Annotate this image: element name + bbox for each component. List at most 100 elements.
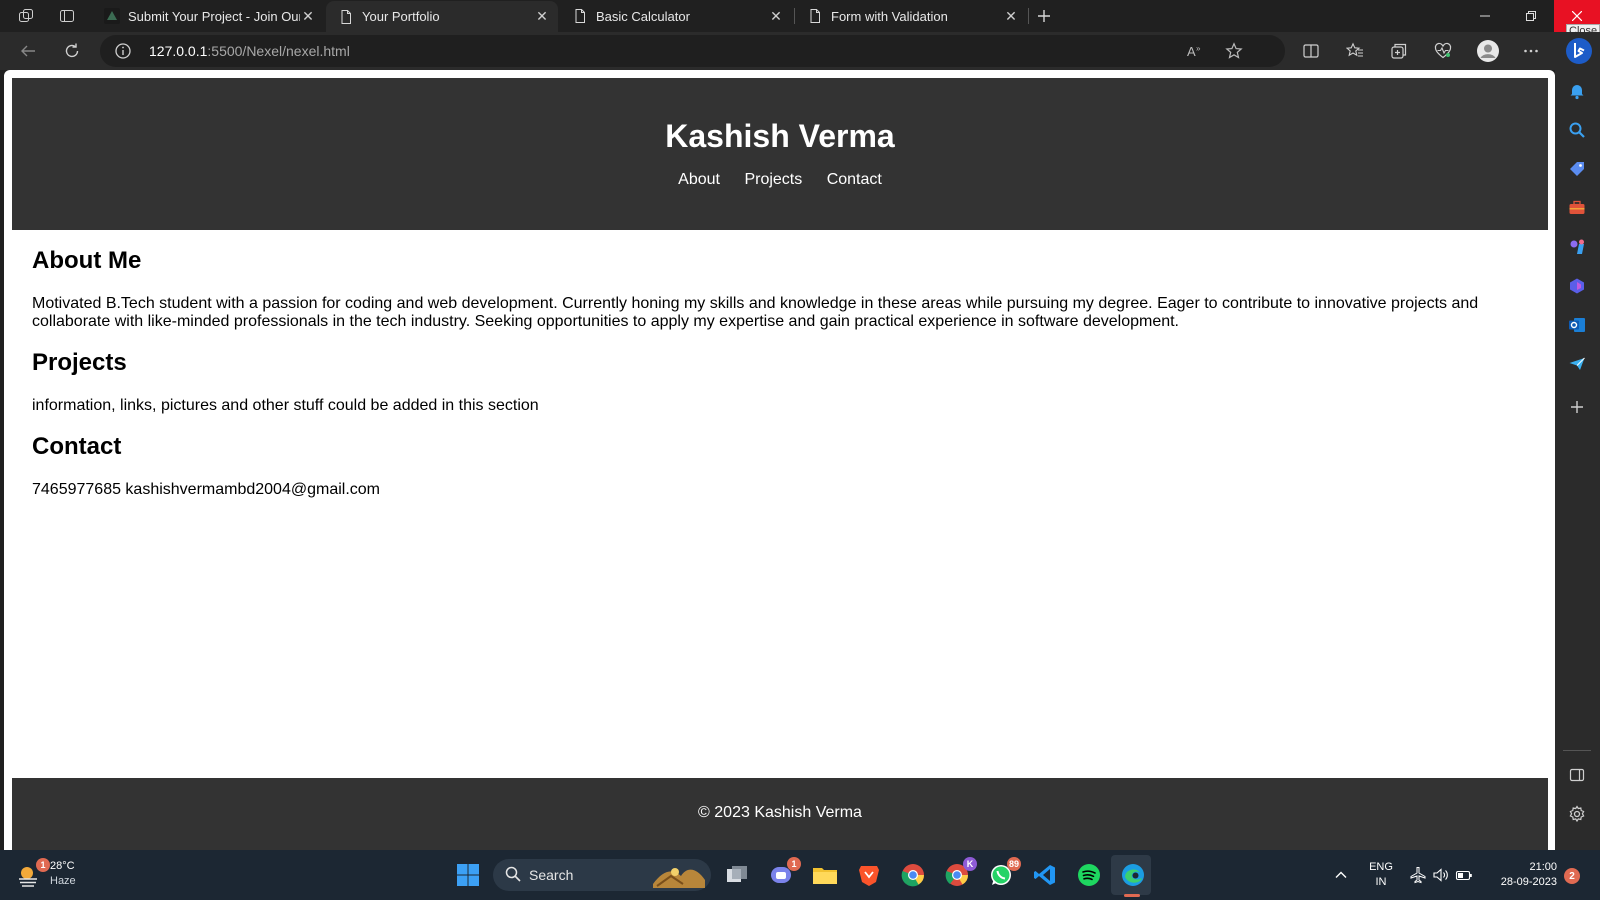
add-sidebar-app-icon[interactable] — [1566, 396, 1588, 418]
close-tab-icon[interactable]: ✕ — [1003, 8, 1019, 24]
tab-title: Your Portfolio — [362, 9, 440, 24]
section-heading-contact: Contact — [32, 433, 122, 460]
projects-text: information, links, pictures and other s… — [32, 397, 539, 414]
refresh-icon[interactable] — [59, 38, 85, 64]
close-tab-icon[interactable]: ✕ — [300, 8, 316, 24]
weather-icon: 1 — [16, 858, 50, 888]
collections-icon[interactable] — [1386, 38, 1412, 64]
edge-sidebar — [1555, 70, 1600, 850]
nav-link-about[interactable]: About — [678, 171, 720, 188]
notification-count[interactable]: 2 — [1564, 868, 1580, 884]
drop-send-icon[interactable] — [1566, 353, 1588, 375]
close-tab-icon[interactable]: ✕ — [534, 8, 550, 25]
url-text[interactable]: 127.0.0.1:5500/Nexel/nexel.html — [149, 43, 350, 59]
new-tab-icon[interactable] — [1032, 4, 1056, 28]
page-icon — [338, 9, 354, 25]
site-info-icon[interactable] — [114, 42, 132, 65]
file-explorer-icon[interactable] — [811, 861, 839, 889]
nav-link-projects[interactable]: Projects — [744, 171, 802, 188]
spotify-icon[interactable] — [1075, 861, 1103, 889]
tab-title: Basic Calculator — [596, 8, 690, 24]
task-view-icon[interactable] — [723, 861, 751, 889]
contact-text: 7465977685 kashishvermambd2004@gmail.com — [32, 481, 380, 498]
back-icon[interactable] — [15, 38, 41, 64]
clock-date: 28-09-2023 — [1500, 876, 1557, 888]
tools-briefcase-icon[interactable] — [1566, 197, 1588, 219]
close-tab-icon[interactable]: ✕ — [768, 8, 784, 24]
tab-separator — [1028, 8, 1029, 24]
language-indicator[interactable]: ENG IN — [1365, 860, 1397, 890]
shopping-tag-icon[interactable] — [1566, 158, 1588, 180]
site-favicon-icon — [104, 8, 120, 24]
url-host: 127.0.0.1 — [149, 43, 208, 59]
site-title: Kashish Verma — [665, 118, 895, 154]
workspaces-icon[interactable] — [14, 4, 38, 28]
favorites-icon[interactable] — [1342, 38, 1368, 64]
chrome-profile-badge: K — [963, 857, 977, 871]
address-bar[interactable]: 127.0.0.1:5500/Nexel/nexel.html A» — [100, 35, 1285, 67]
section-heading-projects: Projects — [32, 349, 127, 376]
page-icon — [572, 8, 588, 24]
svg-text:A: A — [1187, 44, 1196, 59]
site-nav: About Projects Contact — [12, 171, 1548, 189]
copilot-icon[interactable] — [1564, 36, 1594, 66]
tab-basic-calculator[interactable]: Basic Calculator ✕ — [560, 0, 792, 32]
teams-chat-icon[interactable]: 1 — [767, 857, 801, 889]
outlook-icon[interactable] — [1566, 314, 1588, 336]
footer-copyright: © 2023 Kashish Verma — [698, 804, 862, 821]
clock-time: 21:00 — [1529, 861, 1557, 873]
site-header: Kashish Verma About Projects Contact — [12, 78, 1548, 230]
chrome-icon[interactable] — [899, 861, 927, 889]
more-options-icon[interactable] — [1518, 38, 1544, 64]
tab-title: Form with Validation — [831, 8, 948, 24]
about-text: Motivated B.Tech student with a passion … — [32, 295, 1479, 330]
microsoft-365-icon[interactable] — [1566, 275, 1588, 297]
nav-link-contact[interactable]: Contact — [827, 171, 882, 188]
sidebar-divider — [1563, 750, 1591, 751]
profile-avatar[interactable] — [1475, 38, 1501, 64]
tab-your-portfolio[interactable]: Your Portfolio ✕ — [326, 1, 558, 32]
search-label: Search — [529, 867, 574, 883]
settings-gear-icon[interactable] — [1566, 803, 1588, 825]
weather-condition: Haze — [50, 875, 76, 887]
whatsapp-icon[interactable]: 89 — [987, 857, 1021, 889]
contact-section: Contact 7465977685 kashishvermambd2004@g… — [32, 433, 1532, 499]
minimize-button[interactable] — [1462, 0, 1508, 32]
tab-form-validation[interactable]: Form with Validation ✕ — [795, 0, 1027, 32]
projects-section: Projects information, links, pictures an… — [32, 349, 1532, 415]
search-icon — [505, 866, 521, 885]
chrome-profile-icon[interactable]: K — [943, 857, 977, 889]
section-heading-about: About Me — [32, 247, 142, 274]
search-highlight-icon — [653, 862, 705, 888]
weather-temp: 28°C — [50, 860, 75, 872]
taskbar-search[interactable]: Search — [493, 859, 711, 891]
brave-browser-icon[interactable] — [855, 861, 883, 889]
games-icon[interactable] — [1566, 236, 1588, 258]
tab-title: Submit Your Project - Join Our Te — [128, 8, 300, 24]
battery-icon[interactable] — [1450, 861, 1478, 889]
site-footer: © 2023 Kashish Verma — [12, 778, 1548, 850]
restore-button[interactable] — [1508, 0, 1554, 32]
clock[interactable]: 21:00 28-09-2023 — [1487, 860, 1557, 890]
browser-toolbar: 127.0.0.1:5500/Nexel/nexel.html A» — [0, 32, 1600, 70]
favorite-star-icon[interactable] — [1221, 38, 1247, 64]
windows-taskbar: 1 28°C Haze Search 1 K 89 ENG IN 21:00 2… — [0, 850, 1600, 900]
browser-essentials-icon[interactable] — [1430, 38, 1456, 64]
svg-text:»: » — [1196, 44, 1201, 53]
start-windows-icon[interactable] — [454, 861, 482, 889]
language-region: IN — [1375, 876, 1387, 888]
split-screen-icon[interactable] — [1298, 38, 1324, 64]
read-aloud-icon[interactable]: A» — [1182, 38, 1208, 64]
edge-icon[interactable] — [1119, 861, 1147, 889]
hide-sidebar-icon[interactable] — [1566, 764, 1588, 786]
search-icon[interactable] — [1566, 119, 1588, 141]
vscode-icon[interactable] — [1031, 861, 1059, 889]
notification-bell-icon[interactable] — [1566, 80, 1588, 102]
tab-submit-project[interactable]: Submit Your Project - Join Our Te ✕ — [92, 0, 324, 32]
language-code: ENG — [1369, 861, 1393, 873]
whatsapp-badge: 89 — [1006, 857, 1021, 871]
url-path: :5500/Nexel/nexel.html — [207, 43, 350, 59]
show-hidden-icons-icon[interactable] — [1327, 861, 1355, 889]
teams-badge: 1 — [787, 857, 801, 871]
tab-actions-icon[interactable] — [55, 4, 79, 28]
